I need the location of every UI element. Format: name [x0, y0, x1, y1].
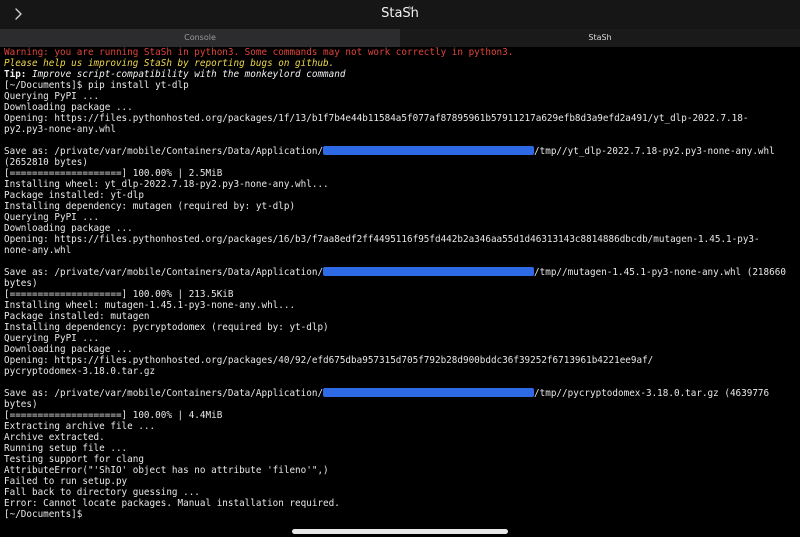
terminal-block: (2652810 bytes) [====================] 10… [4, 157, 798, 267]
terminal-line: [====================] 100.00% | 4.4MiB [4, 410, 223, 421]
terminal-line: Querying PyPI ... [4, 212, 100, 223]
terminal-line: Opening: https://files.pythonhosted.org/… [4, 234, 760, 245]
terminal-line: [====================] 100.00% | 2.5MiB [4, 168, 223, 179]
terminal-output[interactable]: Warning: you are running StaSh in python… [4, 47, 798, 533]
terminal-line: Downloading package ... [4, 344, 133, 355]
terminal-save-line: Save as: /private/var/mobile/Containers/… [4, 146, 798, 157]
save-path-prefix: Save as: /private/var/mobile/Containers/… [4, 388, 324, 399]
save-path-prefix: Save as: /private/var/mobile/Containers/… [4, 146, 324, 157]
terminal-line: (2652810 bytes) [4, 157, 88, 168]
tab-bar: Console StaSh [0, 29, 800, 47]
terminal-line: Installing dependency: pycryptodomex (re… [4, 322, 329, 333]
terminal-line: Archive extracted. [4, 432, 105, 443]
terminal-line: pycryptodomex-3.18.0.tar.gz [4, 366, 156, 377]
terminal-line: Package installed: mutagen [4, 311, 150, 322]
terminal-line: Downloading package ... [4, 102, 133, 113]
terminal-line: Downloading package ... [4, 223, 133, 234]
tip-text: Improve script-compatibility with the mo… [26, 69, 346, 80]
window-title: StaSh [381, 6, 419, 21]
terminal-line: AttributeError("'ShIO' object has no att… [4, 465, 329, 476]
terminal-line: bytes) [4, 399, 38, 410]
chevron-right-icon[interactable] [10, 6, 26, 22]
terminal-save-line: Save as: /private/var/mobile/Containers/… [4, 267, 798, 278]
terminal-line: Querying PyPI ... [4, 91, 100, 102]
terminal-line: none-any.whl [4, 245, 72, 256]
terminal-block: bytes) [====================] 100.00% | 4… [4, 399, 798, 520]
title-bar: StaSh [0, 0, 800, 29]
save-path-suffix: /tmp//pycryptodomex-3.18.0.tar.gz (46397… [534, 388, 770, 399]
terminal-warning-line: Warning: you are running StaSh in python… [4, 47, 514, 58]
save-path-suffix: /tmp//mutagen-1.45.1-py3-none-any.whl (2… [534, 267, 786, 278]
terminal-line: Failed to run setup.py [4, 476, 128, 487]
terminal-line: Testing support for clang [4, 454, 144, 465]
terminal-line: py2.py3-none-any.whl [4, 124, 116, 135]
terminal-block: [~/Documents]$ pip install yt-dlp Queryin… [4, 80, 798, 146]
terminal-line: [====================] 100.00% | 213.5Ki… [4, 289, 234, 300]
terminal-block: bytes) [====================] 100.00% | 2… [4, 278, 798, 388]
home-indicator[interactable] [292, 529, 508, 534]
terminal-line: [~/Documents]$ pip install yt-dlp [4, 80, 189, 91]
redacted-app-id [323, 146, 535, 155]
terminal-line: Running setup file ... [4, 443, 128, 454]
redacted-app-id [323, 267, 535, 276]
tab-close-icon[interactable]: × [406, 3, 416, 15]
terminal-line: Opening: https://files.pythonhosted.org/… [4, 113, 749, 124]
tab-console[interactable]: Console [0, 29, 400, 47]
terminal-line: Installing wheel: mutagen-1.45.1-py3-non… [4, 300, 296, 311]
save-path-suffix: /tmp//yt_dlp-2022.7.18-py2.py3-none-any.… [534, 146, 775, 157]
terminal-save-line: Save as: /private/var/mobile/Containers/… [4, 388, 798, 399]
tab-stash[interactable]: StaSh [400, 29, 800, 47]
terminal-line: Error: Cannot locate packages. Manual in… [4, 498, 340, 509]
redacted-app-id [323, 388, 535, 397]
terminal-tip-line: Tip: Improve script-compatibility with t… [4, 69, 798, 80]
save-path-prefix: Save as: /private/var/mobile/Containers/… [4, 267, 324, 278]
terminal-line: Installing dependency: mutagen (required… [4, 201, 296, 212]
terminal-help-line: Please help us improving StaSh by report… [4, 58, 335, 69]
terminal-line: [~/Documents]$ [4, 509, 83, 520]
terminal-line: Opening: https://files.pythonhosted.org/… [4, 355, 654, 366]
terminal-line: Installing wheel: yt_dlp-2022.7.18-py2.p… [4, 179, 329, 190]
terminal-line: Fall back to directory guessing ... [4, 487, 200, 498]
tip-label: Tip: [4, 69, 27, 80]
terminal-line: bytes) [4, 278, 38, 289]
terminal-line: Querying PyPI ... [4, 333, 100, 344]
terminal-line: Extracting archive file ... [4, 421, 156, 432]
terminal-line: Package installed: yt-dlp [4, 190, 144, 201]
stash-app-window: StaSh Console StaSh × Warning: you are r… [0, 0, 800, 537]
